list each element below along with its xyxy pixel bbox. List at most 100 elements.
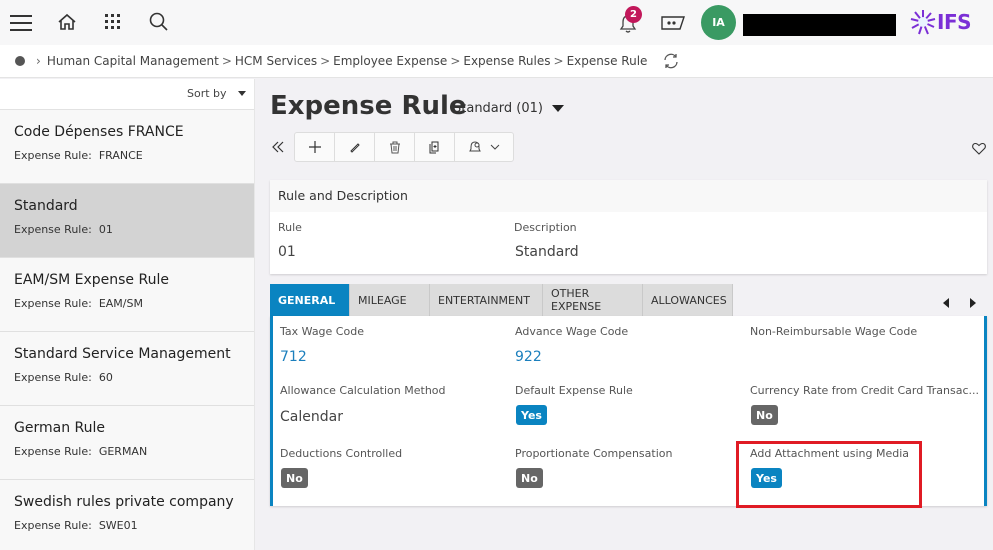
list-item-value: 01 <box>98 223 113 236</box>
pencil-icon <box>349 143 360 153</box>
menu-icon[interactable] <box>8 10 34 36</box>
tab-mileage[interactable]: MILEAGE <box>350 284 430 316</box>
advance-wage-code-label: Advance Wage Code <box>515 325 629 338</box>
delete-button[interactable] <box>375 133 415 161</box>
breadcrumb-separator: > <box>221 54 232 68</box>
list-item-title: Code Dépenses FRANCE <box>14 124 184 140</box>
list-item-title: Standard <box>14 198 78 214</box>
favorite-heart-icon[interactable] <box>972 140 986 159</box>
allowance-calculation-method-label: Allowance Calculation Method <box>280 384 446 397</box>
list-item[interactable]: German Rule Expense Rule: GERMAN <box>0 406 254 480</box>
main-content: Expense Rule Standard (01) Rule and Desc… <box>256 79 993 550</box>
tab-entertainment[interactable]: ENTERTAINMENT <box>430 284 543 316</box>
list-item-label: Expense Rule: <box>14 149 92 162</box>
record-selector-dropdown[interactable]: Standard (01) <box>453 101 564 116</box>
rule-description-card: Rule and Description Rule 01 Description… <box>270 180 987 274</box>
breadcrumb-separator: > <box>450 54 461 68</box>
rule-value: 01 <box>278 244 296 260</box>
caret-down-icon <box>551 105 564 112</box>
new-button[interactable] <box>295 133 335 161</box>
record-selector-label: Standard (01) <box>453 101 543 116</box>
breadcrumb-item-expense-rule: Expense Rule <box>566 54 648 68</box>
list-item-subtitle: Expense Rule: FRANCE <box>14 149 240 162</box>
list-item-value: 60 <box>98 371 113 384</box>
tab-allowances[interactable]: ALLOWANCES <box>643 284 733 316</box>
breadcrumb-separator: › <box>36 54 41 68</box>
list-item[interactable]: EAM/SM Expense Rule Expense Rule: EAM/SM <box>0 258 254 332</box>
list-item-label: Expense Rule: <box>14 371 92 384</box>
breadcrumb-item-hcm-services[interactable]: HCM Services <box>235 54 317 68</box>
ifs-logo: IFS <box>910 8 972 36</box>
tab-other-expense[interactable]: OTHER EXPENSE <box>543 284 643 316</box>
list-item[interactable]: Standard Service Management Expense Rule… <box>0 332 254 406</box>
deductions-controlled-badge: No <box>281 468 308 488</box>
ifs-logo-text: IFS <box>937 10 972 34</box>
redacted-user-name <box>743 14 896 36</box>
list-item-title: German Rule <box>14 420 105 436</box>
collapse-list-icon[interactable] <box>271 139 285 158</box>
tab-general[interactable]: GENERAL <box>270 284 350 316</box>
list-item-value: FRANCE <box>98 149 143 162</box>
page-title: Expense Rule <box>270 91 467 121</box>
rule-label: Rule <box>278 221 302 234</box>
breadcrumb-separator: > <box>553 54 564 68</box>
list-item-subtitle: Expense Rule: SWE01 <box>14 519 240 532</box>
non-reimbursable-wage-code-label: Non-Reimbursable Wage Code <box>750 325 918 338</box>
copy-icon <box>429 141 438 153</box>
ifs-logo-icon <box>910 10 936 35</box>
list-item-value: EAM/SM <box>98 297 143 310</box>
list-item[interactable]: Swedish rules private company Expense Ru… <box>0 480 254 550</box>
chevron-down-icon <box>490 144 500 150</box>
card-header: Rule and Description <box>270 180 987 212</box>
list-item-label: Expense Rule: <box>14 519 92 532</box>
list-item[interactable]: Code Dépenses FRANCE Expense Rule: FRANC… <box>0 110 254 184</box>
sort-by-dropdown[interactable]: Sort by <box>187 87 227 100</box>
highlight-box <box>736 441 922 508</box>
list-item[interactable]: Standard Expense Rule: 01 <box>0 184 254 258</box>
command-toolbar <box>294 132 514 162</box>
sort-caret-icon[interactable] <box>238 91 246 96</box>
duplicate-button[interactable] <box>415 133 455 161</box>
breadcrumb-item-employee-expense[interactable]: Employee Expense <box>333 54 447 68</box>
deductions-controlled-label: Deductions Controlled <box>280 447 403 460</box>
allowance-calculation-method-value: Calendar <box>280 409 343 425</box>
home-icon[interactable] <box>55 10 79 34</box>
list-item-value: GERMAN <box>98 445 148 458</box>
tab-bar: GENERAL MILEAGE ENTERTAINMENT OTHER EXPE… <box>270 284 733 316</box>
breadcrumb: › Human Capital Management > HCM Service… <box>0 45 993 78</box>
advance-wage-code-link[interactable]: 922 <box>515 349 542 365</box>
list-item-title: Swedish rules private company <box>14 494 234 510</box>
top-bar: 2 IA IFS <box>0 0 993 45</box>
list-item-value: SWE01 <box>98 519 138 532</box>
edit-button[interactable] <box>335 133 375 161</box>
breadcrumb-item-expense-rules[interactable]: Expense Rules <box>463 54 550 68</box>
currency-rate-credit-card-badge: No <box>751 405 778 425</box>
search-icon[interactable] <box>148 11 170 33</box>
default-expense-rule-label: Default Expense Rule <box>515 384 633 397</box>
list-item-label: Expense Rule: <box>14 297 92 310</box>
refresh-icon[interactable] <box>663 53 679 69</box>
breadcrumb-root-dot-icon[interactable] <box>15 56 25 66</box>
feedback-icon[interactable] <box>660 12 686 34</box>
list-item-title: Standard Service Management <box>14 346 231 362</box>
list-item-title: EAM/SM Expense Rule <box>14 272 169 288</box>
description-label: Description <box>514 221 577 234</box>
tab-scroll-right-icon[interactable] <box>970 293 976 312</box>
tab-scroll-left-icon[interactable] <box>943 293 949 312</box>
list-item-label: Expense Rule: <box>14 223 92 236</box>
breadcrumb-separator: > <box>320 54 331 68</box>
bell-settings-icon <box>469 141 481 152</box>
proportionate-compensation-label: Proportionate Compensation <box>515 447 673 460</box>
follow-notification-dropdown[interactable] <box>455 133 513 161</box>
user-avatar[interactable]: IA <box>701 5 736 40</box>
sort-row: Sort by <box>0 79 254 110</box>
apps-grid-icon[interactable] <box>102 11 124 33</box>
currency-rate-credit-card-label: Currency Rate from Credit Card Transac..… <box>750 384 980 397</box>
proportionate-compensation-badge: No <box>516 468 543 488</box>
list-item-subtitle: Expense Rule: EAM/SM <box>14 297 240 310</box>
breadcrumb-item-human-capital-management[interactable]: Human Capital Management <box>47 54 219 68</box>
list-item-subtitle: Expense Rule: 01 <box>14 223 240 236</box>
record-list-sidebar: Sort by Code Dépenses FRANCE Expense Rul… <box>0 79 255 550</box>
notification-count-badge: 2 <box>625 6 642 23</box>
tax-wage-code-link[interactable]: 712 <box>280 349 307 365</box>
